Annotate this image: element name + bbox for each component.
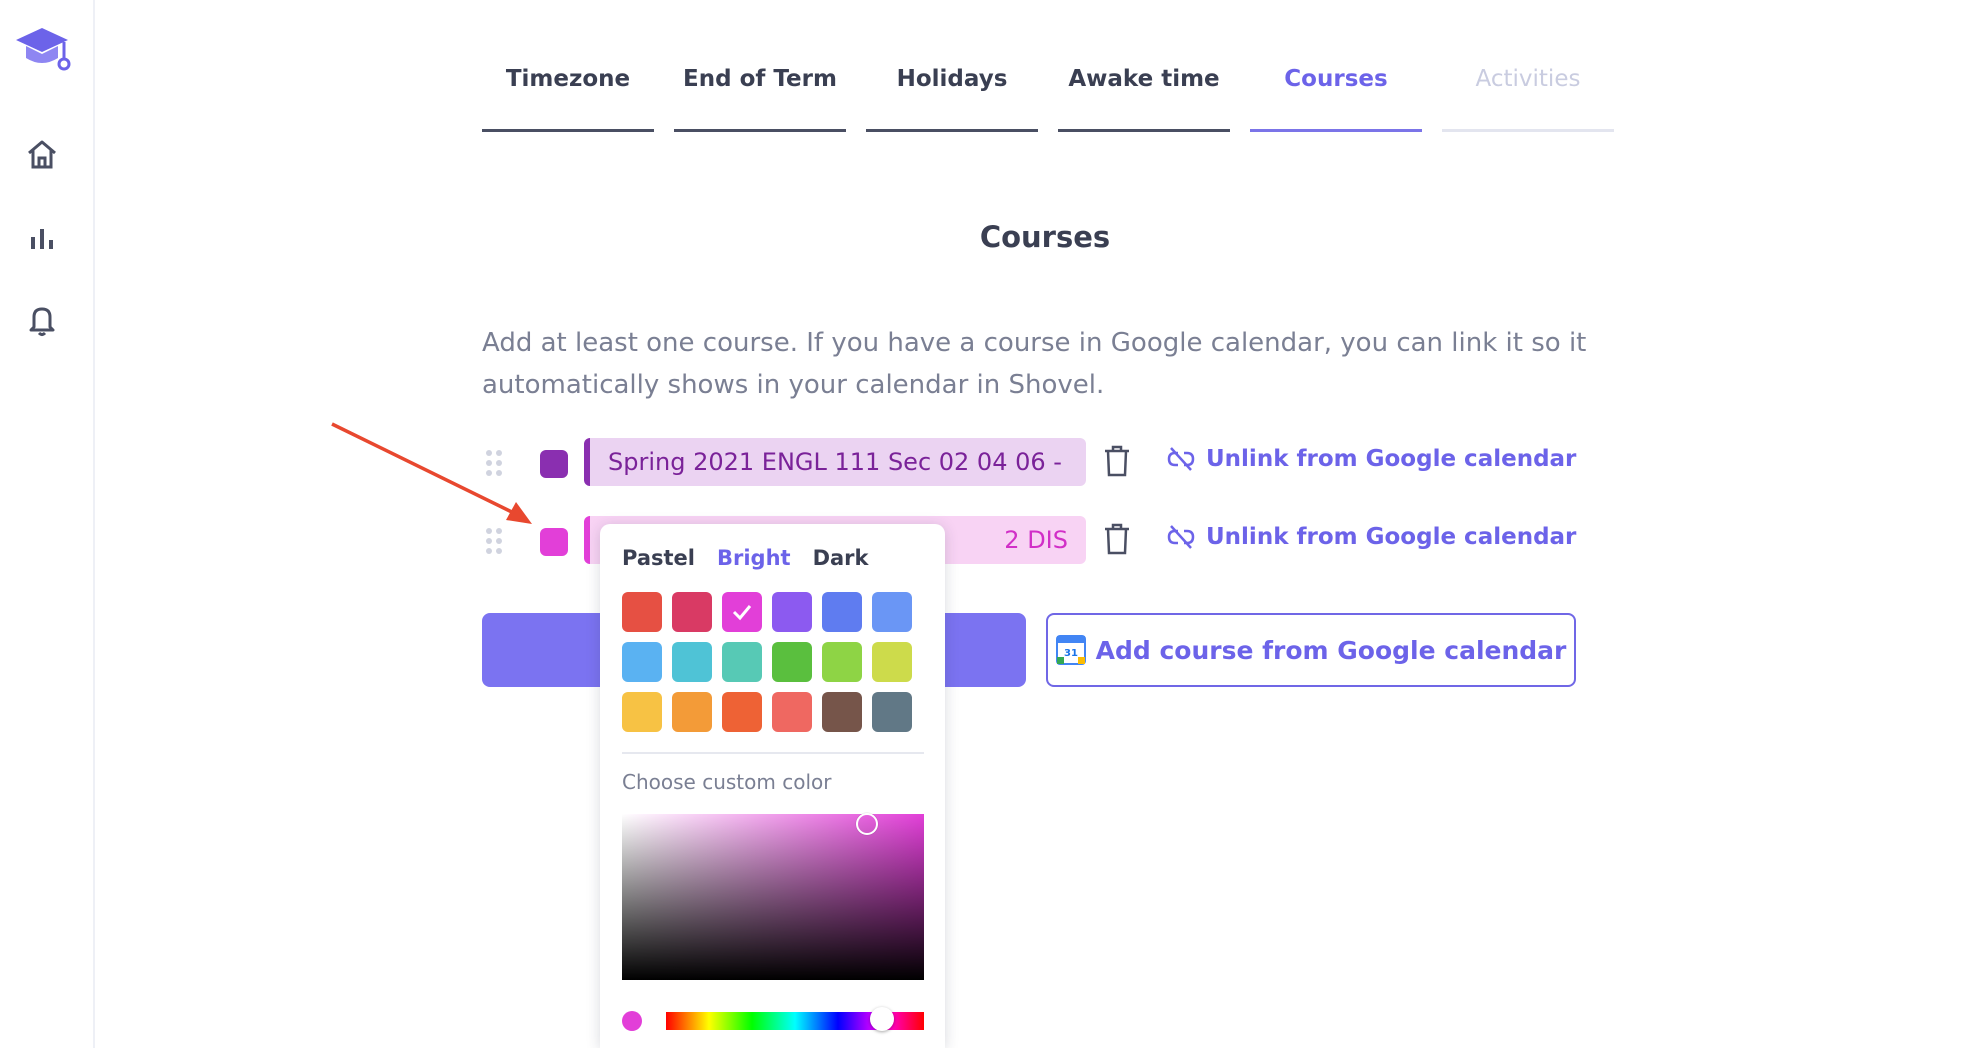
custom-color-label: Choose custom color: [622, 770, 832, 794]
add-course-from-google-button[interactable]: 31 Add course from Google calendar: [1046, 613, 1576, 687]
color-swatch[interactable]: [822, 642, 862, 682]
home-icon[interactable]: [22, 134, 62, 174]
color-palette-tabs: Pastel Bright Dark: [622, 546, 923, 570]
tab-holidays[interactable]: Holidays: [866, 58, 1038, 132]
color-swatch[interactable]: [672, 642, 712, 682]
tab-activities: Activities: [1442, 58, 1614, 132]
unlink-icon: [1167, 447, 1195, 471]
unlink-google-calendar-link[interactable]: Unlink from Google calendar: [1166, 444, 1576, 474]
palette-tab-bright[interactable]: Bright: [717, 546, 791, 570]
graduation-cap-logo-icon[interactable]: [12, 22, 74, 78]
color-swatch[interactable]: [672, 592, 712, 632]
color-preview-dot: [622, 1011, 642, 1031]
tab-courses[interactable]: Courses: [1250, 58, 1422, 132]
color-swatch[interactable]: [872, 592, 912, 632]
color-swatch[interactable]: [722, 692, 762, 732]
color-swatch[interactable]: [622, 692, 662, 732]
hue-row: [622, 1007, 924, 1032]
unlink-label: Unlink from Google calendar: [1206, 524, 1577, 550]
drag-handle-icon[interactable]: [486, 524, 506, 558]
tab-end-of-term[interactable]: End of Term: [674, 58, 846, 132]
course-name-input[interactable]: [584, 438, 1086, 486]
color-swatch[interactable]: [772, 692, 812, 732]
course-row: Unlink from Google calendar: [486, 438, 1686, 488]
add-course-from-google-label: Add course from Google calendar: [1095, 635, 1567, 665]
saturation-value-area[interactable]: [622, 813, 924, 980]
saturation-handle[interactable]: [856, 813, 878, 835]
bell-icon[interactable]: [22, 300, 62, 340]
svg-text:31: 31: [1064, 648, 1078, 659]
divider: [622, 752, 924, 754]
color-swatch[interactable]: [622, 592, 662, 632]
course-color-swatch[interactable]: [540, 528, 568, 556]
color-swatch[interactable]: [822, 592, 862, 632]
color-swatch-grid: [622, 592, 923, 732]
check-icon: [732, 605, 752, 621]
unlink-icon: [1167, 525, 1195, 549]
color-swatch[interactable]: [872, 692, 912, 732]
drag-handle-icon[interactable]: [486, 446, 506, 480]
unlink-label: Unlink from Google calendar: [1206, 446, 1577, 472]
tab-awake-time[interactable]: Awake time: [1058, 58, 1230, 132]
google-calendar-icon: 31: [1055, 635, 1086, 665]
color-picker-popover: Pastel Bright Dark Choose custom color: [600, 524, 945, 1048]
courses-description: Add at least one course. If you have a c…: [482, 328, 1587, 400]
hue-slider-handle[interactable]: [870, 1007, 894, 1031]
color-swatch[interactable]: [672, 692, 712, 732]
trash-icon[interactable]: [1102, 444, 1134, 480]
course-color-swatch[interactable]: [540, 450, 568, 478]
color-swatch[interactable]: [772, 642, 812, 682]
setup-tabs: Timezone End of Term Holidays Awake time…: [482, 58, 1634, 132]
unlink-google-calendar-link[interactable]: Unlink from Google calendar: [1166, 522, 1576, 552]
palette-tab-dark[interactable]: Dark: [813, 546, 869, 570]
color-swatch[interactable]: [622, 642, 662, 682]
sidebar: [0, 0, 95, 1048]
palette-tab-pastel[interactable]: Pastel: [622, 546, 695, 570]
page-title: Courses: [979, 220, 1111, 254]
color-swatch[interactable]: [722, 592, 762, 632]
trash-icon[interactable]: [1102, 522, 1134, 558]
tab-timezone[interactable]: Timezone: [482, 58, 654, 132]
color-swatch[interactable]: [872, 642, 912, 682]
color-swatch[interactable]: [772, 592, 812, 632]
color-swatch[interactable]: [722, 642, 762, 682]
color-swatch[interactable]: [822, 692, 862, 732]
